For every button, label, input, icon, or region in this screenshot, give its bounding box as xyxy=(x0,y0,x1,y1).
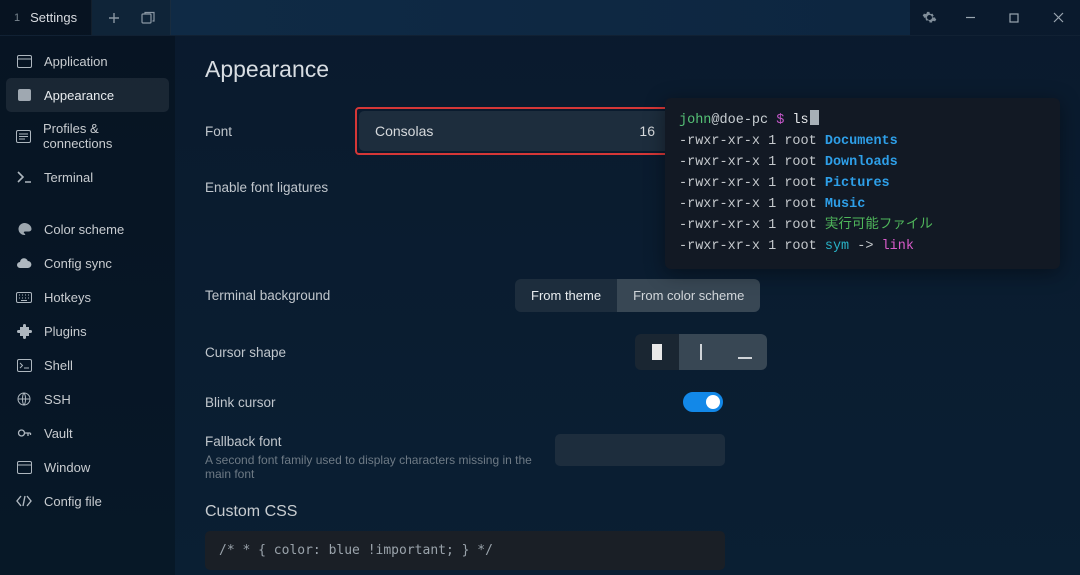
sidebar-item-label: Plugins xyxy=(44,324,87,339)
preview-link: link xyxy=(882,239,914,254)
font-highlight: Consolas 16 xyxy=(355,107,675,155)
settings-gear-button[interactable] xyxy=(910,0,948,35)
sidebar-item-label: Appearance xyxy=(44,88,114,103)
sidebar-item-label: Hotkeys xyxy=(44,290,91,305)
terminal-bg-label: Terminal background xyxy=(205,288,515,303)
close-button[interactable] xyxy=(1036,0,1080,36)
sidebar-item-label: Config sync xyxy=(44,256,112,271)
keyboard-icon xyxy=(16,289,32,305)
terminal-bg-from-colorscheme[interactable]: From color scheme xyxy=(617,279,760,312)
code-icon xyxy=(16,493,32,509)
minimize-icon xyxy=(965,12,976,23)
maximize-icon xyxy=(1009,13,1019,23)
sidebar-item-label: Shell xyxy=(44,358,73,373)
tab-actions xyxy=(92,0,171,35)
minimize-button[interactable] xyxy=(948,0,992,36)
preview-entry: Pictures xyxy=(825,176,890,191)
preview-cursor xyxy=(810,110,819,125)
key-icon xyxy=(16,425,32,441)
preview-exe: 実行可能ファイル xyxy=(825,218,933,233)
list-icon xyxy=(16,128,31,144)
font-name: Consolas xyxy=(375,123,593,139)
terminal-preview: john@doe-pc $ ls -rwxr-xr-x 1 root Docum… xyxy=(665,98,1060,269)
window-controls xyxy=(948,0,1080,35)
tab-settings[interactable]: 1 Settings xyxy=(0,0,92,35)
windows-button[interactable] xyxy=(136,6,160,30)
font-selector[interactable]: Consolas 16 xyxy=(359,111,671,151)
tab-index: 1 xyxy=(14,12,20,24)
page-title: Appearance xyxy=(205,56,1050,83)
sidebar-item-configfile[interactable]: Config file xyxy=(6,484,169,518)
sidebar-item-colorscheme[interactable]: Color scheme xyxy=(6,212,169,246)
blink-cursor-label: Blink cursor xyxy=(205,395,683,410)
titlebar: 1 Settings xyxy=(0,0,1080,36)
sidebar-item-label: Vault xyxy=(44,426,73,441)
gear-icon xyxy=(922,10,937,25)
cursor-shape-beam[interactable] xyxy=(679,334,723,370)
sidebar-item-label: Window xyxy=(44,460,90,475)
cursor-shape-block[interactable] xyxy=(635,334,679,370)
cursor-shape-underline[interactable] xyxy=(723,334,767,370)
plus-icon xyxy=(108,12,120,24)
fallback-font-input[interactable] xyxy=(555,434,725,466)
sidebar-item-plugins[interactable]: Plugins xyxy=(6,314,169,348)
preview-user: john xyxy=(679,113,711,128)
sidebar-item-configsync[interactable]: Config sync xyxy=(6,246,169,280)
sidebar-item-appearance[interactable]: Appearance xyxy=(6,78,169,112)
globe-icon xyxy=(16,391,32,407)
terminal-bg-segmented: From theme From color scheme xyxy=(515,279,760,312)
ligatures-label: Enable font ligatures xyxy=(205,180,355,195)
puzzle-icon xyxy=(16,323,32,339)
sidebar-item-window[interactable]: Window xyxy=(6,450,169,484)
sidebar-item-vault[interactable]: Vault xyxy=(6,416,169,450)
sidebar-item-terminal[interactable]: Terminal xyxy=(6,160,169,194)
preview-entry: Music xyxy=(825,197,866,212)
sidebar-item-shell[interactable]: Shell xyxy=(6,348,169,382)
sidebar-item-label: SSH xyxy=(44,392,71,407)
fallback-font-label: Fallback font xyxy=(205,434,555,449)
cloud-icon xyxy=(16,255,32,271)
cursor-shape-label: Cursor shape xyxy=(205,345,635,360)
window-icon xyxy=(16,53,32,69)
fallback-font-hint: A second font family used to display cha… xyxy=(205,453,555,481)
windows-icon xyxy=(141,11,155,25)
new-tab-button[interactable] xyxy=(102,6,126,30)
blink-cursor-toggle[interactable] xyxy=(683,392,723,412)
shell-icon xyxy=(16,357,32,373)
sidebar-item-application[interactable]: Application xyxy=(6,44,169,78)
sidebar-item-label: Profiles & connections xyxy=(43,121,159,151)
custom-css-label: Custom CSS xyxy=(205,503,1050,521)
sidebar-item-ssh[interactable]: SSH xyxy=(6,382,169,416)
font-label: Font xyxy=(205,124,355,139)
sidebar-item-label: Color scheme xyxy=(44,222,124,237)
custom-css-input[interactable]: /* * { color: blue !important; } */ xyxy=(205,531,725,570)
font-size: 16 xyxy=(605,123,655,139)
preview-host: doe-pc xyxy=(720,113,769,128)
preview-entry: Documents xyxy=(825,134,898,149)
maximize-button[interactable] xyxy=(992,0,1036,36)
terminal-icon xyxy=(16,169,32,185)
sidebar-item-hotkeys[interactable]: Hotkeys xyxy=(6,280,169,314)
window2-icon xyxy=(16,459,32,475)
tab-label: Settings xyxy=(30,10,77,25)
sidebar-item-profiles[interactable]: Profiles & connections xyxy=(6,112,169,160)
preview-entry: Downloads xyxy=(825,155,898,170)
sidebar-item-label: Config file xyxy=(44,494,102,509)
settings-content: Appearance Font Consolas 16 Enable font … xyxy=(175,36,1080,575)
preview-sym: sym xyxy=(825,239,849,254)
preview-cmd: ls xyxy=(792,113,808,128)
palette-icon xyxy=(16,221,32,237)
terminal-bg-from-theme[interactable]: From theme xyxy=(515,279,617,312)
cursor-shape-segmented xyxy=(635,334,767,370)
preview-prompt: $ xyxy=(776,113,784,128)
close-icon xyxy=(1053,12,1064,23)
sidebar-item-label: Application xyxy=(44,54,108,69)
sidebar-item-label: Terminal xyxy=(44,170,93,185)
swatch-icon xyxy=(16,87,32,103)
settings-sidebar: Application Appearance Profiles & connec… xyxy=(0,36,175,575)
